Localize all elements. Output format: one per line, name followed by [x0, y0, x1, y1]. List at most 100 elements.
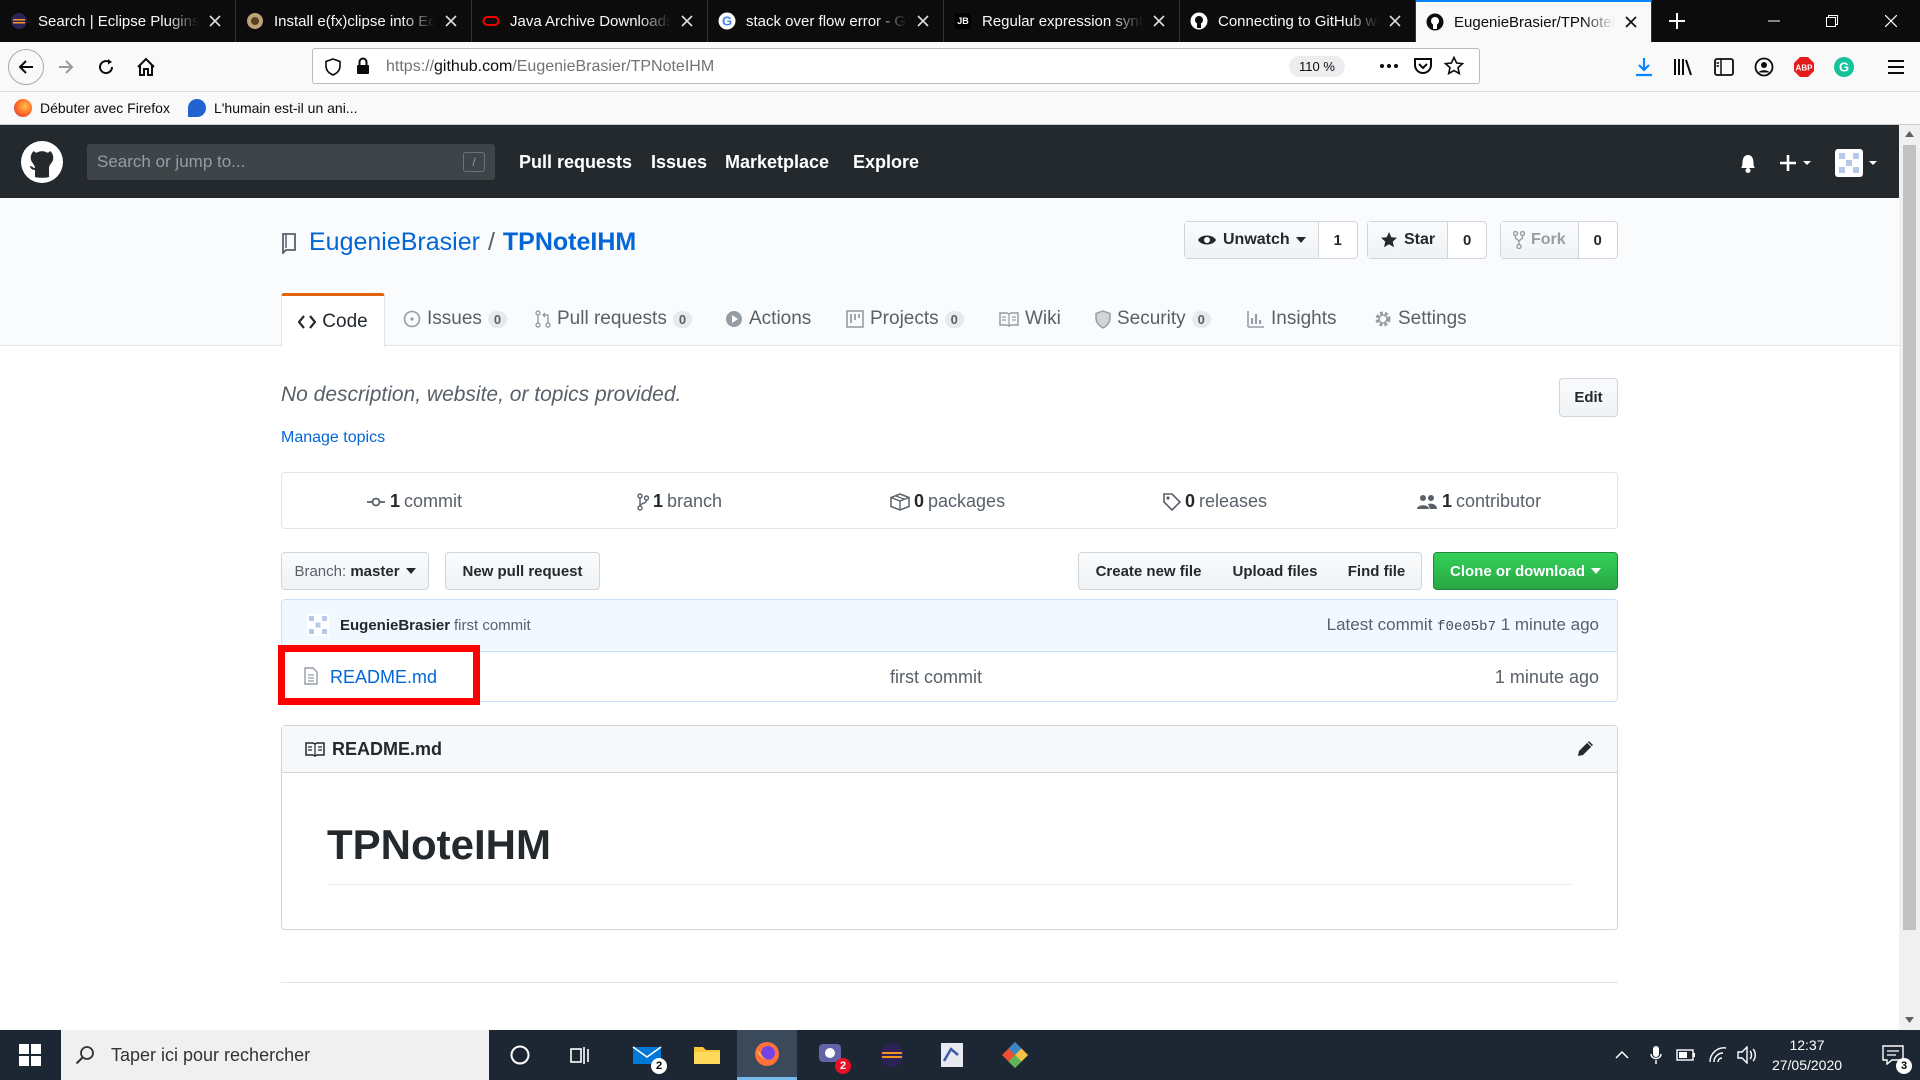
nav-issues[interactable]: Issues [651, 152, 707, 173]
tab-wiki[interactable]: Wiki [999, 293, 1061, 345]
fork-count[interactable]: 0 [1579, 222, 1617, 258]
tab-issues[interactable]: Issues 0 [403, 293, 508, 345]
close-icon[interactable] [205, 11, 225, 31]
tab-actions[interactable]: Actions [725, 293, 811, 345]
bell-icon[interactable] [1737, 152, 1759, 174]
close-icon[interactable] [1385, 11, 1405, 31]
tab-security[interactable]: Security 0 [1095, 293, 1211, 345]
create-new-file-button[interactable]: Create new file [1078, 552, 1219, 590]
git-app[interactable] [985, 1030, 1045, 1080]
battery-tray[interactable] [1672, 1030, 1700, 1080]
edit-description-button[interactable]: Edit [1559, 378, 1618, 417]
start-button[interactable] [0, 1030, 60, 1080]
tab-insights[interactable]: Insights [1247, 293, 1336, 345]
close-icon[interactable] [441, 11, 461, 31]
pencil-icon[interactable] [1575, 739, 1595, 759]
tab-settings[interactable]: Settings [1374, 293, 1467, 345]
commit-sha[interactable]: f0e05b7 [1437, 619, 1496, 635]
branches-link[interactable]: 1 branch [637, 491, 722, 512]
downloads-button[interactable] [1628, 51, 1660, 83]
browser-tab[interactable]: G stack over flow error - Go [708, 0, 944, 42]
volume-tray[interactable] [1734, 1030, 1762, 1080]
browser-tab[interactable]: Install e(fx)clipse into Ec [236, 0, 472, 42]
firefox-app[interactable] [737, 1030, 797, 1080]
close-window-button[interactable] [1862, 0, 1920, 42]
reload-button[interactable] [90, 51, 122, 83]
sidebar-button[interactable] [1708, 51, 1740, 83]
branch-select[interactable]: Branch: master [281, 552, 429, 590]
fork-button[interactable]: Fork [1501, 222, 1579, 258]
scroll-down-icon[interactable] [1905, 1017, 1914, 1023]
tab-pull-requests[interactable]: Pull requests 0 [535, 293, 693, 345]
tab-projects[interactable]: Projects 0 [846, 293, 964, 345]
close-icon[interactable] [1621, 12, 1641, 32]
zoom-indicator[interactable]: 110 % [1289, 56, 1345, 77]
browser-tab[interactable]: Search | Eclipse Plugins, [0, 0, 236, 42]
teams-app[interactable]: 2 [801, 1030, 861, 1080]
commit-message[interactable]: first commit [454, 617, 531, 634]
packages-link[interactable]: 0 packages [890, 491, 1005, 512]
page-scrollbar[interactable] [1899, 125, 1920, 1030]
cortana-button[interactable] [490, 1030, 550, 1080]
find-file-button[interactable]: Find file [1332, 552, 1422, 590]
repo-name-link[interactable]: TPNoteIHM [503, 228, 636, 257]
forward-button[interactable] [50, 51, 82, 83]
pocket-icon[interactable] [1413, 56, 1433, 76]
grammarly-button[interactable]: G [1828, 51, 1860, 83]
account-button[interactable] [1748, 51, 1780, 83]
bookmark-star-icon[interactable] [1444, 56, 1464, 76]
commits-link[interactable]: 1 commit [366, 491, 462, 512]
close-icon[interactable] [677, 11, 697, 31]
create-new-icon[interactable] [1779, 154, 1813, 172]
browser-tab[interactable]: Connecting to GitHub wi [1180, 0, 1416, 42]
commit-author[interactable]: EugenieBrasier [340, 617, 450, 634]
tab-code[interactable]: Code [281, 293, 385, 347]
library-button[interactable] [1668, 51, 1700, 83]
unwatch-button[interactable]: Unwatch [1185, 222, 1319, 258]
back-button[interactable] [8, 49, 44, 85]
search-box[interactable]: / [87, 144, 495, 180]
minimize-button[interactable] [1745, 0, 1803, 42]
star-count[interactable]: 0 [1448, 222, 1486, 258]
avatar[interactable] [1835, 149, 1879, 177]
browser-tab[interactable]: Java Archive Downloads [472, 0, 708, 42]
adblock-button[interactable]: ABP [1788, 51, 1820, 83]
bookmark-item[interactable]: Débuter avec Firefox [14, 99, 170, 117]
scenebuilder-app[interactable] [922, 1030, 982, 1080]
browser-tab-active[interactable]: EugenieBrasier/TPNotelH [1416, 0, 1652, 42]
repo-owner-link[interactable]: EugenieBrasier [309, 228, 480, 257]
upload-files-button[interactable]: Upload files [1218, 552, 1333, 590]
author-avatar[interactable] [307, 614, 329, 636]
url-bar[interactable]: https://github.com/EugenieBrasier/TPNote… [312, 48, 1480, 84]
restore-button[interactable] [1803, 0, 1861, 42]
watch-count[interactable]: 1 [1319, 222, 1357, 258]
eclipse-app[interactable] [862, 1030, 922, 1080]
search-input[interactable] [97, 152, 447, 172]
scrollbar-thumb[interactable] [1903, 145, 1916, 930]
mail-app[interactable]: 2 [617, 1030, 677, 1080]
url-text[interactable]: https://github.com/EugenieBrasier/TPNote… [386, 58, 714, 76]
shield-icon[interactable] [325, 58, 341, 76]
releases-link[interactable]: 0 releases [1163, 491, 1267, 512]
nav-pull-requests[interactable]: Pull requests [519, 152, 632, 173]
taskbar-search[interactable]: Taper ici pour rechercher [61, 1030, 489, 1080]
close-icon[interactable] [913, 11, 933, 31]
system-clock[interactable]: 12:37 27/05/2020 [1762, 1035, 1852, 1075]
action-center-button[interactable]: 3 [1866, 1030, 1920, 1080]
microphone-tray[interactable] [1644, 1030, 1668, 1080]
nav-marketplace[interactable]: Marketplace [725, 152, 829, 173]
manage-topics-link[interactable]: Manage topics [281, 429, 385, 447]
contributors-link[interactable]: 1 contributor [1416, 491, 1541, 512]
file-explorer-app[interactable] [677, 1030, 737, 1080]
new-tab-button[interactable] [1652, 0, 1702, 42]
github-logo-icon[interactable] [21, 141, 63, 183]
nav-explore[interactable]: Explore [853, 152, 919, 173]
page-actions-icon[interactable] [1379, 57, 1399, 75]
lock-icon[interactable] [355, 57, 371, 75]
file-commit-message[interactable]: first commit [890, 667, 982, 688]
new-pull-request-button[interactable]: New pull request [445, 552, 600, 590]
file-row[interactable]: README.md first commit 1 minute ago [282, 652, 1617, 701]
star-button[interactable]: Star [1368, 222, 1449, 258]
wifi-tray[interactable] [1704, 1030, 1732, 1080]
scroll-up-icon[interactable] [1905, 131, 1914, 137]
